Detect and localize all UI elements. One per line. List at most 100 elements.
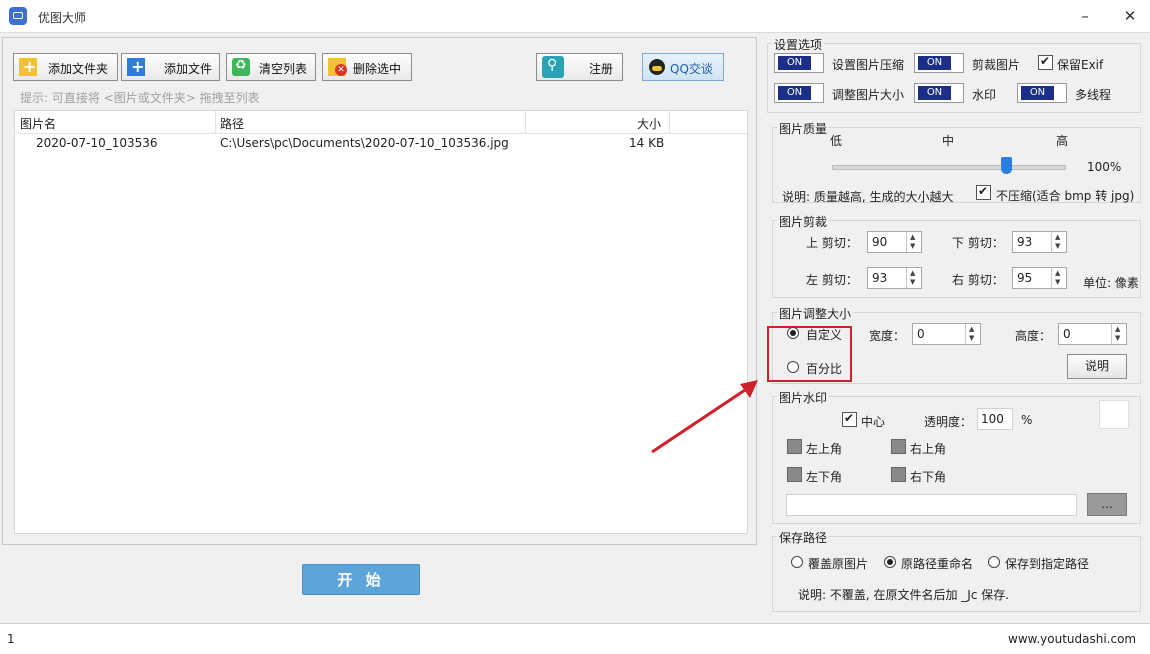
file-add-icon: + [127, 58, 145, 76]
watermark-center-label: 中心 [861, 413, 885, 430]
crop-bottom-stepper[interactable]: 93 ▲▼ [1012, 231, 1067, 253]
save-rename-radio[interactable] [884, 556, 896, 568]
watermark-center-checkbox[interactable] [842, 412, 857, 427]
save-overwrite-radio[interactable] [791, 556, 803, 568]
watermark-color-swatch[interactable] [1099, 400, 1129, 429]
file-list[interactable]: 图片名 路径 大小 2020-07-10_103536 C:\Users\pc\… [14, 110, 748, 534]
quality-low-label: 低 [830, 132, 842, 149]
row-file-name: 2020-07-10_103536 [36, 136, 158, 150]
resize-explain-button[interactable]: 说明 [1067, 354, 1127, 379]
resize-percent-radio[interactable] [787, 361, 799, 373]
quality-value: 100% [1087, 160, 1121, 174]
crop-unit: 单位: 像素 [1083, 274, 1139, 291]
window-title: 优图大师 [38, 9, 86, 26]
quality-slider-thumb[interactable] [1001, 157, 1012, 174]
watermark-top-right-label: 右上角 [910, 440, 946, 457]
column-name-header[interactable]: 图片名 [20, 115, 56, 132]
status-website: www.youtudashi.com [1008, 632, 1136, 646]
crop-toggle[interactable]: ON [914, 53, 964, 73]
column-size-header[interactable]: 大小 [637, 115, 661, 132]
resize-width-stepper[interactable]: 0 ▲▼ [912, 323, 981, 345]
recycle-icon: ♻ [232, 58, 250, 76]
watermark-bottom-left-checkbox[interactable] [787, 467, 802, 482]
save-note: 说明: 不覆盖, 在原文件名后加 _Jc 保存. [798, 586, 1009, 603]
crop-label: 剪裁图片 [972, 56, 1020, 73]
watermark-top-right-checkbox[interactable] [891, 439, 906, 454]
close-button[interactable]: ✕ [1115, 4, 1145, 28]
clear-list-label: 清空列表 [259, 60, 307, 77]
title-bar: 优图大师 – ✕ [0, 0, 1150, 33]
delete-folder-icon: ✕ [328, 58, 346, 76]
save-custom-path-radio[interactable] [988, 556, 1000, 568]
drag-hint: 提示: 可直接将 <图片或文件夹> 拖拽至列表 [20, 89, 260, 106]
watermark-percent: % [1021, 413, 1032, 427]
watermark-label: 水印 [972, 86, 996, 103]
save-overwrite-label: 覆盖原图片 [808, 555, 868, 572]
resize-label: 调整图片大小 [832, 86, 904, 103]
key-icon: ⚲ [542, 56, 564, 78]
multithread-toggle[interactable]: ON [1017, 83, 1067, 103]
keep-exif-checkbox[interactable] [1038, 55, 1053, 70]
watermark-top-left-label: 左上角 [806, 440, 842, 457]
watermark-toggle[interactable]: ON [914, 83, 964, 103]
resize-height-label: 高度： [1015, 327, 1051, 344]
resize-custom-radio[interactable] [787, 327, 799, 339]
save-custom-path-label: 保存到指定路径 [1005, 555, 1089, 572]
column-path-header[interactable]: 路径 [220, 115, 244, 132]
delete-selected-label: 删除选中 [353, 60, 401, 77]
compress-toggle[interactable]: ON [774, 53, 824, 73]
watermark-opacity-label: 透明度： [924, 413, 972, 430]
status-count: 1 [7, 632, 15, 646]
resize-toggle[interactable]: ON [774, 83, 824, 103]
qq-chat-button[interactable]: QQ交谈 [642, 53, 724, 81]
start-button[interactable]: 开 始 [302, 564, 420, 595]
add-folder-button[interactable]: + 添加文件夹 [13, 53, 118, 81]
crop-top-stepper[interactable]: 90 ▲▼ [867, 231, 922, 253]
crop-left-label: 左 剪切： [806, 271, 858, 288]
register-label: 注册 [589, 60, 613, 77]
clear-list-button[interactable]: ♻ 清空列表 [226, 53, 316, 81]
save-path-title: 保存路径 [777, 529, 829, 546]
crop-right-label: 右 剪切： [952, 271, 1004, 288]
quality-slider-track[interactable] [832, 165, 1066, 170]
watermark-top-left-checkbox[interactable] [787, 439, 802, 454]
quality-mid-label: 中 [942, 132, 954, 149]
folder-add-icon: + [19, 58, 37, 76]
qq-chat-label: QQ交谈 [670, 60, 713, 77]
watermark-bottom-right-checkbox[interactable] [891, 467, 906, 482]
watermark-bottom-right-label: 右下角 [910, 468, 946, 485]
no-compress-checkbox[interactable] [976, 185, 991, 200]
watermark-path-input[interactable] [786, 494, 1077, 516]
crop-top-label: 上 剪切： [806, 234, 858, 251]
no-compress-label: 不压缩(适合 bmp 转 jpg) [996, 187, 1134, 204]
crop-bottom-label: 下 剪切： [952, 234, 1004, 251]
quality-note: 说明: 质量越高, 生成的大小越大 [782, 188, 954, 205]
minimize-button[interactable]: – [1070, 4, 1100, 28]
resize-percent-label: 百分比 [806, 360, 842, 377]
compress-label: 设置图片压缩 [832, 56, 904, 73]
watermark-browse-button[interactable]: ... [1087, 493, 1127, 516]
resize-height-stepper[interactable]: 0 ▲▼ [1058, 323, 1127, 345]
crop-left-stepper[interactable]: 93 ▲▼ [867, 267, 922, 289]
add-file-button[interactable]: + 添加文件 [121, 53, 220, 81]
delete-selected-button[interactable]: ✕ 删除选中 [322, 53, 412, 81]
crop-title: 图片剪裁 [777, 213, 829, 230]
resize-width-label: 宽度： [869, 327, 905, 344]
register-button[interactable]: ⚲ 注册 [536, 53, 623, 81]
add-file-label: 添加文件 [164, 60, 212, 77]
crop-right-stepper[interactable]: 95 ▲▼ [1012, 267, 1067, 289]
status-bar: 1 www.youtudashi.com [0, 623, 1150, 654]
app-icon [9, 7, 27, 25]
watermark-opacity-input[interactable]: 100 [977, 408, 1013, 430]
table-row[interactable]: 2020-07-10_103536 C:\Users\pc\Documents\… [15, 133, 747, 155]
resize-custom-label: 自定义 [806, 326, 842, 343]
add-folder-label: 添加文件夹 [48, 60, 108, 77]
list-header: 图片名 路径 大小 [15, 111, 747, 134]
settings-title: 设置选项 [772, 36, 824, 53]
quality-title: 图片质量 [777, 120, 829, 137]
row-file-path: C:\Users\pc\Documents\2020-07-10_103536.… [220, 136, 509, 150]
multithread-label: 多线程 [1075, 86, 1111, 103]
watermark-bottom-left-label: 左下角 [806, 468, 842, 485]
save-rename-label: 原路径重命名 [901, 555, 973, 572]
keep-exif-label: 保留Exif [1057, 56, 1103, 73]
